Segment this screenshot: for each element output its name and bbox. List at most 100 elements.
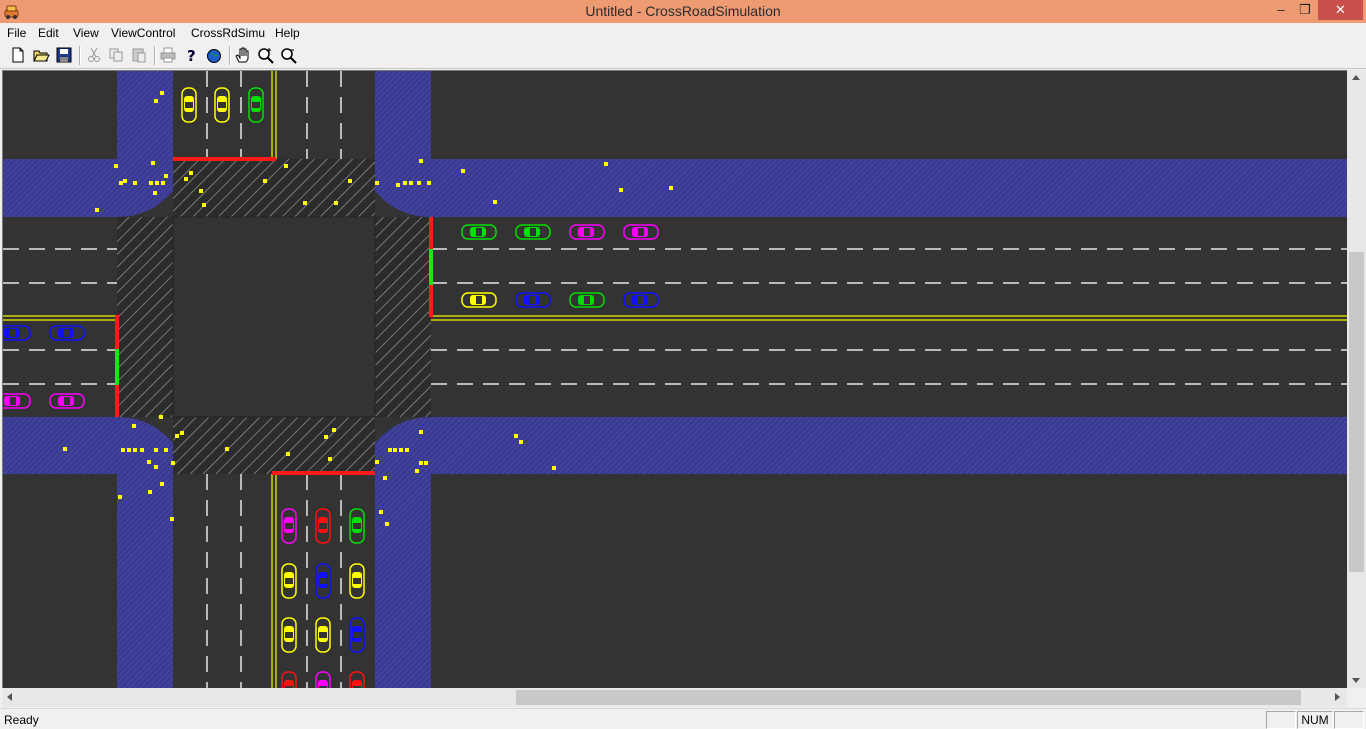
toolbar-separator: [229, 46, 231, 65]
menu-viewcontrol[interactable]: ViewControl: [111, 26, 175, 40]
new-file-icon[interactable]: [9, 46, 27, 64]
simulation-canvas[interactable]: [2, 70, 1348, 689]
pedestrian: [202, 203, 206, 207]
restore-button[interactable]: ❐: [1292, 0, 1318, 20]
minimize-button[interactable]: –: [1268, 0, 1294, 20]
vertical-scrollbar-track[interactable]: [1347, 70, 1366, 688]
vertical-scroll-thumb: [1349, 252, 1364, 572]
save-icon[interactable]: [55, 46, 73, 64]
scroll-left-arrow-icon: [7, 693, 12, 701]
pedestrian: [149, 181, 153, 185]
horizontal-scroll-thumb: [516, 690, 1301, 705]
toolbar-separator: [154, 46, 156, 65]
pedestrian: [396, 183, 400, 187]
window-title: Untitled - CrossRoadSimulation: [585, 3, 781, 19]
horizontal-scrollbar-track[interactable]: [2, 688, 1347, 707]
pedestrian: [332, 428, 336, 432]
menu-edit[interactable]: Edit: [38, 26, 59, 40]
pedestrian: [328, 457, 332, 461]
pedestrian: [175, 434, 179, 438]
zoom-in-icon[interactable]: [257, 46, 275, 64]
pedestrian: [375, 181, 379, 185]
intersection-view[interactable]: [3, 71, 1348, 689]
pedestrian: [405, 448, 409, 452]
pedestrian: [393, 448, 397, 452]
pedestrian: [514, 434, 518, 438]
crosswalk-north: [173, 159, 375, 217]
pedestrian: [385, 522, 389, 526]
menu-view[interactable]: View: [73, 26, 99, 40]
pedestrian: [123, 179, 127, 183]
pedestrian: [379, 510, 383, 514]
pedestrian: [461, 169, 465, 173]
pedestrian: [286, 452, 290, 456]
pedestrian: [155, 181, 159, 185]
pedestrian: [153, 191, 157, 195]
pedestrian: [334, 201, 338, 205]
pedestrian: [160, 91, 164, 95]
pedestrian: [127, 448, 131, 452]
status-indicator-empty: [1266, 711, 1296, 729]
pedestrian: [424, 461, 428, 465]
pedestrian: [180, 431, 184, 435]
pedestrian: [669, 186, 673, 190]
vertical-scrollbar[interactable]: [1347, 70, 1366, 688]
status-bar: Ready NUM: [0, 708, 1366, 729]
svg-text:?: ?: [187, 47, 196, 64]
signal-east-lane2: [429, 249, 433, 285]
globe-icon[interactable]: [205, 46, 223, 64]
menu-bar: File Edit View ViewControl CrossRdSimu H…: [0, 23, 1366, 43]
pedestrian: [303, 201, 307, 205]
crosswalk-west: [117, 217, 173, 417]
pedestrian: [154, 465, 158, 469]
scroll-down-arrow-icon: [1352, 678, 1360, 683]
open-folder-icon[interactable]: [32, 46, 50, 64]
pedestrian: [415, 469, 419, 473]
pedestrian: [161, 181, 165, 185]
signal-east-lane1: [429, 217, 433, 249]
signal-south: [272, 471, 375, 475]
pedestrian: [419, 461, 423, 465]
pedestrian: [63, 447, 67, 451]
help-icon[interactable]: ?: [182, 46, 200, 64]
pan-hand-icon[interactable]: [234, 46, 252, 64]
pedestrian: [263, 179, 267, 183]
horizontal-scrollbar[interactable]: [2, 688, 1347, 707]
signal-north: [173, 157, 276, 161]
pedestrian: [119, 181, 123, 185]
pedestrian: [399, 448, 403, 452]
pedestrian: [419, 159, 423, 163]
pedestrian: [619, 188, 623, 192]
print-icon[interactable]: [159, 46, 177, 64]
pedestrian: [375, 460, 379, 464]
pedestrian: [552, 466, 556, 470]
close-button[interactable]: ✕: [1318, 0, 1363, 20]
pedestrian: [159, 415, 163, 419]
toolbar-separator: [79, 46, 81, 65]
pedestrian: [114, 164, 118, 168]
block-ne: [431, 71, 1348, 159]
pedestrian: [419, 430, 423, 434]
signal-west-lane1: [115, 315, 119, 349]
pedestrian: [147, 460, 151, 464]
signal-east-lane3: [429, 285, 433, 317]
zoom-out-icon[interactable]: [280, 46, 298, 64]
crosswalk-east: [375, 217, 431, 417]
cut-icon[interactable]: [85, 46, 103, 64]
pedestrian: [133, 181, 137, 185]
copy-icon[interactable]: [107, 46, 125, 64]
menu-crossrdsimu[interactable]: CrossRdSimu: [191, 26, 265, 40]
block-se: [431, 474, 1348, 689]
pedestrian: [604, 162, 608, 166]
pedestrian: [148, 490, 152, 494]
pedestrian: [171, 461, 175, 465]
status-text: Ready: [4, 713, 39, 727]
paste-icon[interactable]: [130, 46, 148, 64]
pedestrian: [154, 448, 158, 452]
pedestrian: [154, 99, 158, 103]
menu-help[interactable]: Help: [275, 26, 300, 40]
pedestrian: [324, 435, 328, 439]
pedestrian: [121, 448, 125, 452]
menu-file[interactable]: File: [7, 26, 26, 40]
pedestrian: [409, 181, 413, 185]
